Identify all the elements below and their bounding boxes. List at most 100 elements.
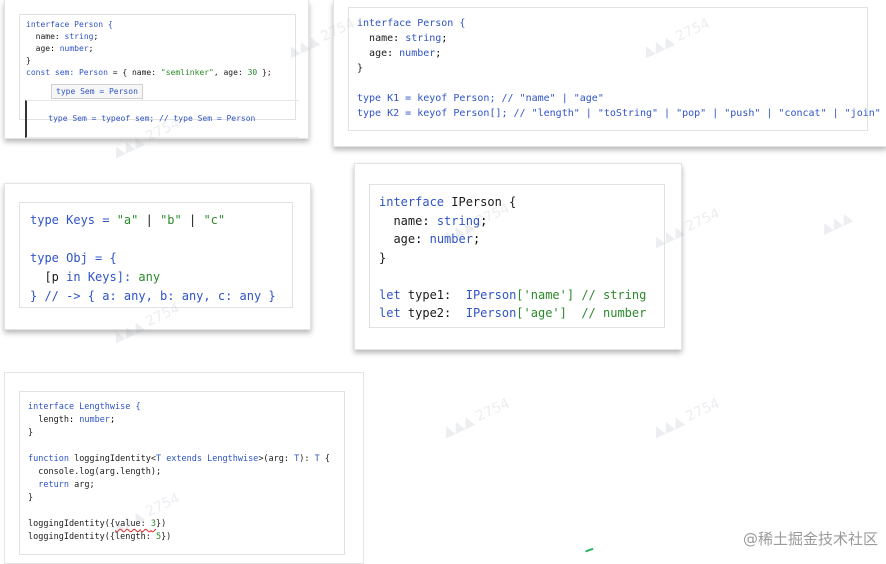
code-line: type Obj = { [30,249,282,268]
code-text: return [38,480,69,490]
code-line: type K2 = keyof Person[]; // "length" | … [357,108,881,119]
code-text: loggingIdentity({length: [28,532,156,542]
hover-tooltip: type Sem = Person [51,84,143,99]
code-text: "c" [203,213,226,227]
code-text: | [138,213,161,227]
code-line: type K1 = keyof Person; // "name" | "age… [357,93,604,104]
code-line: interface Lengthwise { [28,401,336,414]
code-line: age: number; [369,48,442,59]
code-line: interface IPerson { [379,193,655,212]
code-text: string [64,32,94,41]
code-text: [p [44,270,67,284]
code-text: interface [379,195,445,209]
code-card-indexed-access: interface IPerson { name: string; age: n… [354,163,682,350]
code-text: type Sem = typeof sem; // type Sem = Per… [48,114,256,123]
code-line: interface Person { [26,19,289,31]
code-text: length [38,415,69,425]
code-text: loggingIdentity({ [28,519,115,529]
watermark: ▲▲▲ 2754 [650,395,723,441]
code-text: string [405,33,442,44]
code-text: | [181,213,204,227]
code-line: name: string; [369,33,448,44]
code-text: any [138,270,161,284]
code-text: function [28,454,69,464]
code-text: ['age'] [516,306,567,320]
code-text: Lengthwise { [74,402,141,412]
code-line: name: string; [35,32,99,41]
code-line: } [28,493,34,503]
code-line: age: number; [35,44,94,53]
code-line: length: number; [38,415,116,425]
code-block: interface Person { name: string; age: nu… [348,7,881,131]
code-text: console.log(arg.length); [38,467,162,477]
code-text: }; [257,68,272,77]
code-text: "b" [160,213,182,227]
code-block: type Keys = "a" | "b" | "c" type Obj = {… [19,202,293,308]
code-line: loggingIdentity({length: 5}) [28,531,336,544]
code-line: type Keys = "a" | "b" | "c" [30,211,282,230]
code-text: age [393,232,416,246]
code-line: } [26,56,31,65]
code-text: // string [574,287,647,302]
code-card-generic-constraint: interface Lengthwise { length: number; }… [4,372,364,564]
code-text: name [35,32,55,41]
code-text: Person [78,68,108,77]
code-text: = { name: [107,68,161,77]
code-text: string [436,213,481,228]
code-card-mapped: type Keys = "a" | "b" | "c" type Obj = {… [4,183,311,330]
code-text: // number [566,306,647,320]
code-line: let type2: IPerson['age'] // number [379,304,655,323]
code-text: name [393,213,423,228]
code-text: type2: [400,306,466,320]
code-text: 30 [247,68,258,77]
code-line: age: number; [393,232,481,246]
code-text: T extends Lengthwise [155,454,259,464]
site-watermark: @稀土掘金技术社区 [742,530,878,548]
code-line-cursor: type Sem = typeof sem; // type Sem = Per… [25,100,299,138]
code-text: let [379,306,401,320]
code-text: }) [155,519,167,529]
code-text: number [79,415,110,425]
code-line: return arg; [28,479,336,492]
code-text: let [379,287,401,302]
code-text: number [429,232,473,246]
code-text: in [66,270,81,284]
code-text: loggingIdentity< [68,454,156,464]
code-text: IPerson { [444,195,517,209]
code-line: console.log(arg.length); [28,466,336,479]
code-text: age [369,48,388,59]
code-block: interface Lengthwise { length: number; }… [19,391,345,555]
code-text: name [369,33,394,44]
code-text: IPerson [465,287,517,302]
code-text: type [30,213,59,227]
code-text: ): [299,454,315,464]
code-card-typeof: interface Person { name: string; age: nu… [4,0,309,139]
code-text: "semlinker" [160,68,214,77]
code-text: ['name'] [516,287,575,302]
green-mark [585,547,595,557]
code-text: { [319,454,330,464]
code-line: name: string; [393,213,488,228]
code-text: Obj = { [58,251,117,265]
watermark: ▲▲▲ [818,208,855,238]
code-text: : [140,519,151,529]
code-text: IPerson [465,306,517,320]
code-text: }) [161,532,172,542]
code-text: "a" [116,213,139,227]
code-line: let type1: IPerson['name'] // string [379,286,655,305]
code-line: function loggingIdentity<T extends Lengt… [28,453,336,466]
code-line: const sem: Person = { name: "semlinker",… [26,67,289,79]
code-line: } [379,250,387,265]
code-text: >(arg: [258,454,295,464]
code-line: [p in Keys]: any [30,268,282,287]
code-line: loggingIdentity({value: 3}) [28,518,336,531]
error-underline-text: value [115,519,141,529]
code-line: } [28,428,34,438]
code-block: interface IPerson { name: string; age: n… [369,184,665,328]
code-text: , age: [213,68,248,77]
